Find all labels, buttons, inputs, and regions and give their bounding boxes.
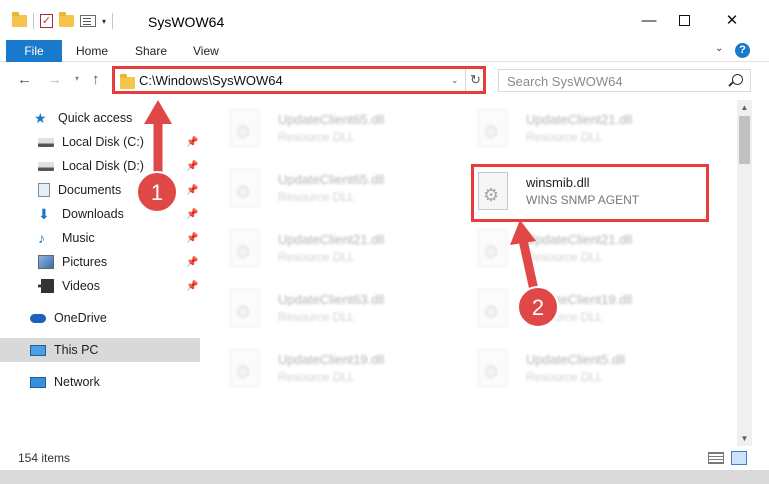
step-1-label: 1 [151, 180, 163, 205]
step-2-label: 2 [532, 295, 544, 320]
arrow-2 [510, 220, 539, 295]
annotation-overlay: 1 2 [136, 100, 559, 328]
arrow-1 [144, 100, 172, 183]
